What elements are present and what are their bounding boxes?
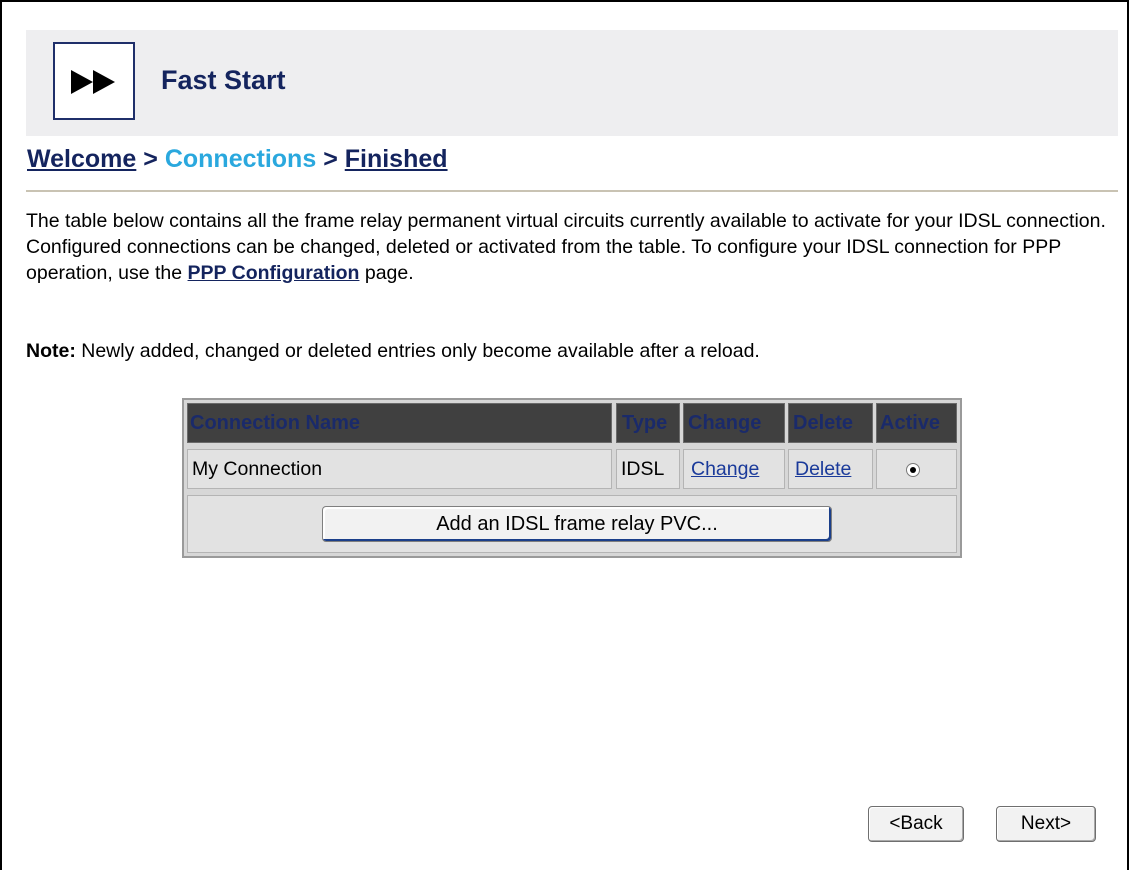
breadcrumb-finished[interactable]: Finished: [345, 145, 448, 173]
breadcrumb-welcome[interactable]: Welcome: [27, 145, 136, 173]
column-header-delete: Delete: [788, 403, 873, 443]
breadcrumb-separator: >: [143, 145, 158, 173]
active-radio-button[interactable]: [906, 463, 920, 477]
reload-note: Note: Newly added, changed or deleted en…: [26, 338, 760, 364]
back-button[interactable]: <Back: [868, 806, 964, 842]
note-label: Note:: [26, 340, 76, 362]
breadcrumb-separator: >: [323, 145, 338, 173]
column-header-active: Active: [876, 403, 957, 443]
intro-text-end: page.: [359, 262, 414, 284]
breadcrumb: Welcome > Connections > Finished: [27, 145, 448, 174]
note-text: Newly added, changed or deleted entries …: [75, 340, 760, 362]
fast-forward-icon: [71, 70, 115, 94]
column-header-type: Type: [616, 403, 680, 443]
ppp-configuration-link[interactable]: PPP Configuration: [188, 262, 360, 284]
connection-name-cell: My Connection: [187, 449, 612, 489]
delete-connection-link[interactable]: Delete: [795, 458, 851, 480]
active-cell: [876, 449, 957, 489]
breadcrumb-connections: Connections: [164, 145, 317, 173]
change-cell: Change: [683, 449, 785, 489]
add-pvc-button[interactable]: Add an IDSL frame relay PVC...: [322, 506, 832, 542]
change-connection-link[interactable]: Change: [691, 458, 759, 480]
delete-cell: Delete: [788, 449, 873, 489]
connections-table: Connection Name Type Change Delete Activ…: [182, 398, 962, 558]
page-title: Fast Start: [161, 65, 286, 95]
intro-paragraph: The table below contains all the frame r…: [26, 208, 1116, 286]
fast-forward-logo: [53, 42, 135, 120]
header-divider: [26, 190, 1118, 192]
add-pvc-row: Add an IDSL frame relay PVC...: [187, 495, 957, 553]
column-header-change: Change: [683, 403, 785, 443]
connection-type-cell: IDSL: [616, 449, 680, 489]
column-header-connection-name: Connection Name: [187, 403, 612, 443]
next-button[interactable]: Next>: [996, 806, 1096, 842]
